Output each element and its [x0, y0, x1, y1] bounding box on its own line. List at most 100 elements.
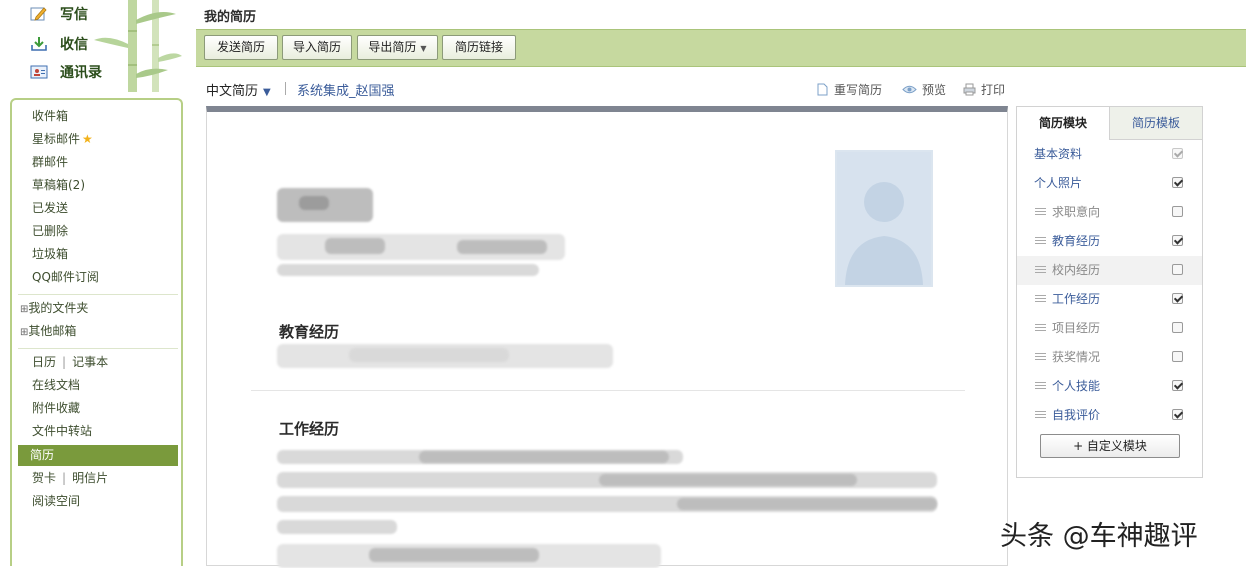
module-checkbox[interactable]: [1172, 351, 1183, 362]
write-mail-button[interactable]: 写信: [10, 0, 182, 30]
app-notebook[interactable]: 记事本: [72, 355, 108, 369]
module-checkbox[interactable]: [1172, 264, 1183, 275]
drag-handle-icon[interactable]: [1035, 208, 1046, 216]
add-custom-module-button[interactable]: + 自定义模块: [1040, 434, 1180, 458]
pipe-separator: |: [62, 355, 67, 369]
eye-icon: [902, 85, 917, 94]
module-label: 求职意向: [1052, 205, 1101, 219]
export-resume-button[interactable]: 导出简历 ▼: [357, 35, 438, 60]
module-checkbox[interactable]: [1172, 206, 1183, 217]
app-greeting-postcard: 贺卡 | 明信片: [32, 468, 108, 488]
module-row[interactable]: 求职意向: [1017, 198, 1202, 227]
section-education-title: 教育经历: [279, 323, 340, 341]
print-action[interactable]: 打印: [963, 81, 1005, 98]
module-row[interactable]: 个人照片: [1017, 169, 1202, 198]
pipe-separator: |: [62, 471, 67, 485]
module-row[interactable]: 工作经历: [1017, 285, 1202, 314]
print-label: 打印: [981, 83, 1006, 97]
preview-label: 预览: [922, 83, 947, 97]
module-checkbox[interactable]: [1172, 293, 1183, 304]
module-label: 个人照片: [1034, 176, 1083, 190]
app-greeting-card[interactable]: 贺卡: [32, 471, 56, 485]
folder-group[interactable]: 群邮件: [32, 152, 68, 172]
drag-handle-icon[interactable]: [1035, 353, 1046, 361]
folder-my-folders-label: 我的文件夹: [28, 301, 89, 315]
module-row[interactable]: 教育经历: [1017, 227, 1202, 256]
resume-toolbar: 发送简历 导入简历 导出简历 ▼ 简历链接: [196, 29, 1246, 67]
blurred-text: [677, 498, 937, 510]
drag-handle-icon[interactable]: [1035, 237, 1046, 245]
page-title: 我的简历: [204, 10, 257, 25]
profile-photo[interactable]: [835, 150, 933, 287]
printer-icon: [963, 83, 976, 96]
blurred-text: [599, 474, 857, 486]
module-checkbox[interactable]: [1172, 409, 1183, 420]
rewrite-label: 重写简历: [834, 83, 883, 97]
module-row[interactable]: 基本资料: [1017, 140, 1202, 169]
folder-deleted[interactable]: 已删除: [32, 221, 68, 241]
app-postcard[interactable]: 明信片: [72, 471, 108, 485]
folder-drafts[interactable]: 草稿箱(2): [32, 175, 85, 195]
module-label: 教育经历: [1052, 234, 1101, 248]
tab-resume-templates[interactable]: 简历模板: [1110, 107, 1202, 139]
resume-document: 教育经历 工作经历: [206, 106, 1008, 568]
app-calendar[interactable]: 日历: [32, 355, 56, 369]
folder-inbox[interactable]: 收件箱: [32, 106, 68, 126]
module-checkbox[interactable]: [1172, 322, 1183, 333]
module-checkbox[interactable]: [1172, 177, 1183, 188]
folder-other-mailbox-label: 其他邮箱: [28, 324, 77, 338]
drag-handle-icon[interactable]: [1035, 266, 1046, 274]
panel-tabs: 简历模块 简历模板: [1017, 107, 1202, 140]
resume-module-panel: 简历模块 简历模板 基本资料 个人照片 求职意向 教育经历 校内经历 工作经历 …: [1016, 106, 1203, 478]
divider: [18, 294, 178, 295]
contacts-label: 通讯录: [60, 65, 102, 81]
app-resume-selected[interactable]: 简历: [18, 445, 178, 466]
language-dropdown[interactable]: 中文简历 ▼: [206, 80, 271, 99]
drag-handle-icon[interactable]: [1035, 382, 1046, 390]
section-work-title: 工作经历: [279, 420, 340, 438]
receive-mail-button[interactable]: 收信: [10, 30, 182, 60]
folder-sent[interactable]: 已发送: [32, 198, 68, 218]
module-checkbox[interactable]: [1172, 380, 1183, 391]
app-file-transfer[interactable]: 文件中转站: [32, 421, 92, 441]
send-resume-button[interactable]: 发送简历: [204, 35, 278, 60]
app-attachments[interactable]: 附件收藏: [32, 398, 80, 418]
export-resume-label: 导出简历: [368, 40, 417, 54]
module-checkbox[interactable]: [1172, 235, 1183, 246]
pencil-icon: [30, 7, 47, 21]
module-label: 项目经历: [1052, 321, 1101, 335]
resume-link-button[interactable]: 简历链接: [442, 35, 516, 60]
contacts-button[interactable]: 通讯录: [10, 58, 182, 88]
preview-action[interactable]: 预览: [902, 81, 946, 98]
module-row[interactable]: 项目经历: [1017, 314, 1202, 343]
folder-other-mailbox[interactable]: ⊞其他邮箱: [20, 321, 76, 341]
rewrite-resume-action[interactable]: 重写简历: [816, 81, 882, 98]
blurred-text: [457, 240, 547, 254]
left-sidebar: 写信 收信 通讯录 收件箱 星标邮件 ★ 群邮件 草稿箱(2) 已发送 已删除 垃…: [0, 0, 192, 566]
blurred-text: [419, 451, 669, 463]
folder-starred[interactable]: 星标邮件 ★: [32, 129, 93, 149]
address-book-icon: [30, 65, 48, 79]
module-row[interactable]: 自我评价: [1017, 401, 1202, 430]
drag-handle-icon[interactable]: [1035, 411, 1046, 419]
app-resume-label: 简历: [30, 448, 55, 462]
chevron-down-icon: ▼: [420, 44, 427, 53]
app-calendar-notebook: 日历 | 记事本: [32, 352, 108, 372]
import-resume-button[interactable]: 导入简历: [282, 35, 352, 60]
app-online-docs[interactable]: 在线文档: [32, 375, 80, 395]
app-reading-space[interactable]: 阅读空间: [32, 491, 80, 511]
folder-spam[interactable]: 垃圾箱: [32, 244, 68, 264]
resume-name-link[interactable]: 系统集成_赵国强: [297, 80, 395, 99]
download-icon: [31, 37, 47, 51]
module-label: 工作经历: [1052, 292, 1101, 306]
folder-qq-subscription[interactable]: QQ邮件订阅: [32, 267, 99, 287]
folder-list: 收件箱 星标邮件 ★ 群邮件 草稿箱(2) 已发送 已删除 垃圾箱 QQ邮件订阅 …: [10, 98, 183, 566]
module-row[interactable]: 个人技能: [1017, 372, 1202, 401]
drag-handle-icon[interactable]: [1035, 295, 1046, 303]
drag-handle-icon[interactable]: [1035, 324, 1046, 332]
folder-my-folders[interactable]: ⊞我的文件夹: [20, 298, 88, 318]
tab-resume-modules[interactable]: 简历模块: [1017, 107, 1110, 140]
module-row[interactable]: 校内经历: [1017, 256, 1202, 285]
module-row[interactable]: 获奖情况: [1017, 343, 1202, 372]
page-header: 我的简历: [196, 0, 1246, 30]
